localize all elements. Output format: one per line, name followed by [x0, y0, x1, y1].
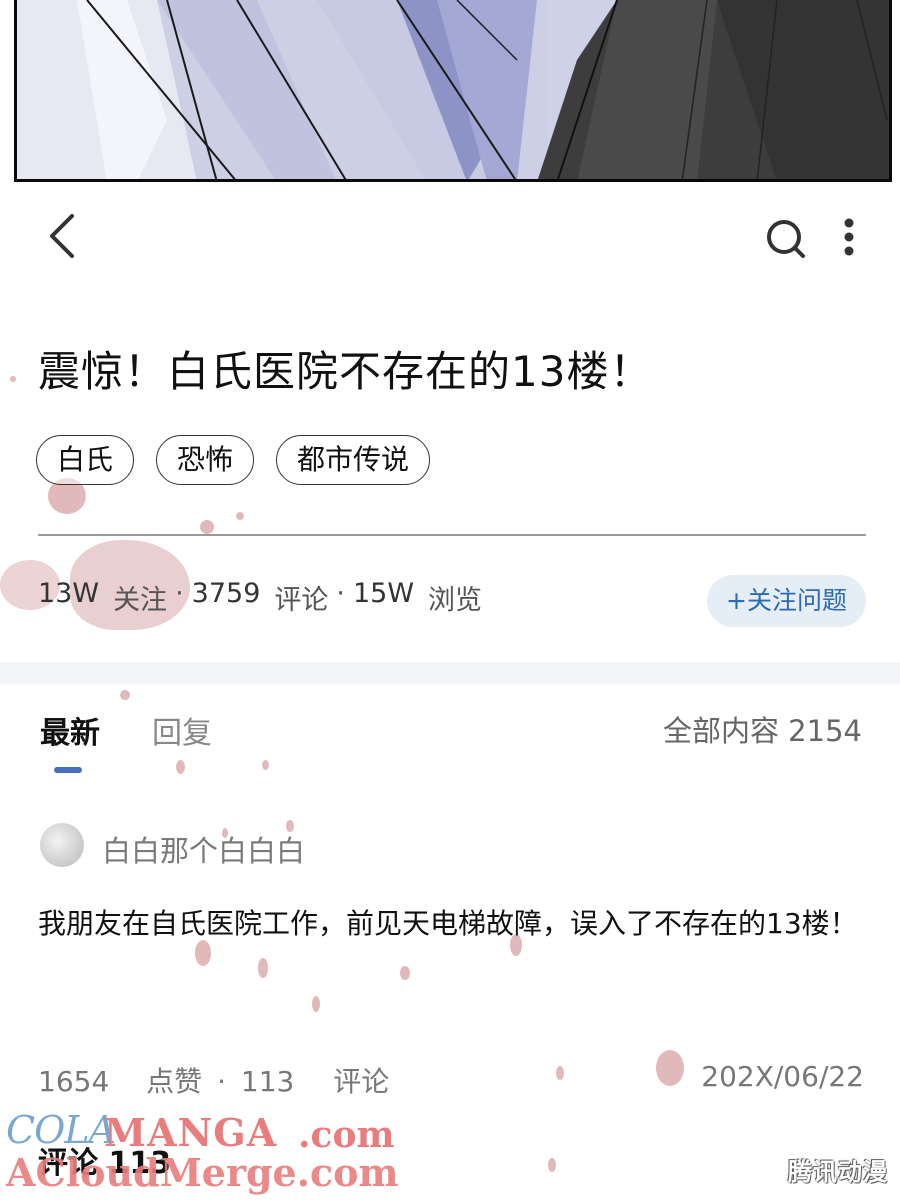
views-label: 浏览 [428, 585, 483, 616]
section-separator [0, 662, 900, 684]
active-tab-indicator [54, 767, 82, 773]
views-count: 15W [352, 578, 415, 609]
more-button[interactable] [836, 214, 862, 260]
watermark-acloudmerge: ACloudMerge.com [6, 1150, 399, 1195]
page-title: 震惊！白氏医院不存在的13楼！ [38, 347, 653, 396]
comment-button[interactable]: 评论 [333, 1065, 389, 1098]
search-button[interactable] [763, 216, 809, 262]
reply-date: 202X/06/22 [701, 1060, 864, 1093]
more-vertical-icon [844, 218, 854, 256]
like-button[interactable]: 点赞 [146, 1065, 202, 1098]
reply-content[interactable]: 我朋友在自氏医院工作，前见天电梯故障，误入了不存在的13楼！ [38, 900, 868, 948]
watermark-cola: COLA [6, 1108, 116, 1152]
followers-count: 13W [38, 578, 100, 609]
tag-list: 白氏 恐怖 都市传说 [36, 435, 431, 485]
watermark-manga: MANGA [104, 1110, 278, 1155]
reply-stats: 1654 点赞 · 113 评论 [38, 1060, 389, 1100]
comments-label: 评论 [274, 585, 329, 616]
comic-panel-top [14, 0, 892, 182]
likes-count: 1654 [38, 1065, 110, 1098]
tag-baishi[interactable]: 白氏 [36, 435, 135, 485]
tag-horror[interactable]: 恐怖 [156, 435, 255, 485]
follow-question-button[interactable]: +关注问题 [707, 575, 866, 627]
question-stats: 13W 关注 · 3759 评论 · 15W 浏览 [38, 578, 482, 617]
reply-username[interactable]: 白白那个白白白 [102, 828, 305, 870]
chevron-left-icon [50, 214, 74, 258]
reply-comments-count: 113 [240, 1065, 295, 1098]
tab-reply[interactable]: 回复 [152, 708, 212, 752]
followers-label: 关注 [113, 585, 168, 616]
tag-urban-legend[interactable]: 都市传说 [276, 435, 431, 485]
divider [38, 534, 866, 536]
watermark-brand-logo: 腾讯动漫 [788, 1158, 888, 1186]
separator: · [336, 578, 345, 609]
all-content-count[interactable]: 全部内容 2154 [663, 708, 862, 750]
comments-count: 3759 [191, 578, 261, 609]
search-icon [767, 220, 805, 258]
separator: · [217, 1065, 226, 1098]
back-button[interactable] [44, 212, 84, 260]
tab-latest[interactable]: 最新 [40, 708, 100, 752]
avatar[interactable] [40, 823, 84, 867]
separator: · [175, 578, 184, 609]
